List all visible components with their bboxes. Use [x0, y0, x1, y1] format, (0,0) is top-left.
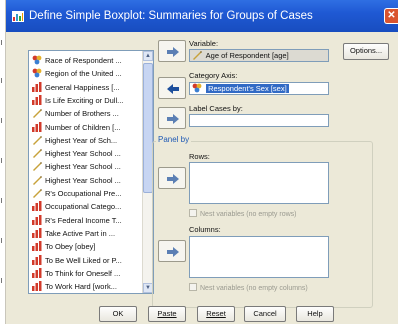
- list-item[interactable]: To Think for Oneself ...: [29, 267, 137, 280]
- list-item-label: Highest Year School ...: [45, 175, 121, 185]
- list-item[interactable]: To Be Well Liked or P...: [29, 254, 137, 267]
- label-cases-field[interactable]: [189, 114, 329, 127]
- list-item[interactable]: Race of Respondent ...: [29, 54, 137, 67]
- list-item[interactable]: Number of Brothers ...: [29, 107, 137, 120]
- list-item-label: Number of Children [...: [45, 122, 121, 132]
- ordinal-icon: [32, 281, 42, 292]
- arrow-left-icon: [167, 84, 179, 94]
- scale-icon: [33, 109, 42, 119]
- nominal-icon: [32, 68, 42, 78]
- list-item-label: Region of the United ...: [45, 69, 122, 79]
- arrow-right-icon: [167, 114, 179, 124]
- list-item-label: To Be Well Liked or P...: [45, 255, 122, 265]
- list-item-label: General Happiness [...: [45, 82, 120, 92]
- close-icon[interactable]: ✕: [384, 8, 398, 24]
- ordinal-icon: [32, 267, 42, 278]
- nest-rows-checkbox[interactable]: Nest variables (no empty rows): [189, 209, 296, 218]
- rows-label: Rows:: [189, 152, 210, 161]
- label-cases-label: Label Cases by:: [189, 104, 243, 113]
- move-to-label-cases-button[interactable]: [158, 107, 186, 129]
- move-to-columns-button[interactable]: [158, 240, 186, 262]
- chart-app-icon: [12, 11, 24, 22]
- list-item[interactable]: Number of Children [...: [29, 121, 137, 134]
- cancel-button[interactable]: Cancel: [244, 306, 286, 322]
- nominal-variable-icon: [192, 83, 202, 93]
- source-variable-list[interactable]: ▲ ▼ Race of Respondent ... Region of the …: [28, 50, 154, 294]
- scroll-up-icon[interactable]: ▲: [143, 51, 153, 61]
- ordinal-icon: [32, 227, 42, 238]
- nest-columns-text: Nest variables (no empty columns): [200, 285, 308, 292]
- reset-button[interactable]: Reset: [197, 306, 235, 322]
- scale-icon: [33, 149, 42, 159]
- list-item[interactable]: R's Federal Income T...: [29, 214, 137, 227]
- help-button[interactable]: Help: [296, 306, 334, 322]
- ordinal-icon: [32, 254, 42, 265]
- scale-icon: [33, 135, 42, 145]
- variable-label: Variable:: [189, 39, 219, 48]
- list-item[interactable]: Region of the United ...: [29, 67, 137, 80]
- list-item-label: To Think for Oneself ...: [45, 268, 121, 278]
- ordinal-icon: [32, 201, 42, 212]
- category-axis-label: Category Axis:: [189, 71, 238, 80]
- list-item[interactable]: To Obey [obey]: [29, 240, 137, 253]
- ordinal-icon: [32, 121, 42, 132]
- list-item[interactable]: Occupational Catego...: [29, 200, 137, 213]
- nominal-icon: [32, 55, 42, 65]
- variable-value: Age of Respondent [age]: [205, 51, 289, 60]
- ordinal-icon: [32, 81, 42, 92]
- list-item[interactable]: Highest Year School ...: [29, 147, 137, 160]
- list-item-label: Number of Brothers ...: [45, 109, 119, 119]
- list-item[interactable]: To Work Hard [work...: [29, 280, 137, 293]
- panel-by-title: Panel by: [156, 135, 192, 144]
- options-button[interactable]: Options...: [343, 43, 389, 60]
- list-item-label: R's Federal Income T...: [45, 215, 122, 225]
- list-item[interactable]: R's Occupational Pre...: [29, 187, 137, 200]
- columns-label: Columns:: [189, 225, 221, 234]
- list-item[interactable]: Take Active Part in ...: [29, 227, 137, 240]
- list-item-label: Race of Respondent ...: [45, 56, 122, 65]
- list-item[interactable]: Highest Year School ...: [29, 160, 137, 173]
- list-item-label: Is Life Exciting or Dull...: [45, 95, 124, 105]
- paste-button[interactable]: Paste: [148, 306, 186, 322]
- arrow-right-icon: [167, 174, 179, 184]
- list-item[interactable]: Highest Year of Sch...: [29, 134, 137, 147]
- nest-rows-text: Nest variables (no empty rows): [200, 211, 297, 218]
- nest-columns-checkbox[interactable]: Nest variables (no empty columns): [189, 283, 308, 292]
- move-to-rows-button[interactable]: [158, 167, 186, 189]
- ordinal-icon: [32, 94, 42, 105]
- list-item-label: Highest Year School ...: [45, 149, 121, 159]
- move-to-variable-button[interactable]: [158, 40, 186, 62]
- category-axis-field[interactable]: Respondent's Sex [sex]: [189, 82, 329, 95]
- window-title: Define Simple Boxplot: Summaries for Gro…: [29, 10, 313, 22]
- ordinal-icon: [32, 214, 42, 225]
- list-item-label: Occupational Catego...: [45, 202, 122, 212]
- category-axis-value: Respondent's Sex [sex]: [206, 84, 289, 93]
- list-item-label: Highest Year School ...: [45, 162, 121, 172]
- rows-list[interactable]: [189, 162, 329, 204]
- columns-list[interactable]: [189, 236, 329, 278]
- scale-variable-icon: [193, 51, 202, 60]
- list-item-label: Highest Year of Sch...: [45, 135, 118, 145]
- scale-icon: [33, 175, 42, 185]
- ok-button[interactable]: OK: [99, 306, 137, 322]
- list-item[interactable]: General Happiness [...: [29, 81, 137, 94]
- list-item[interactable]: Is Life Exciting or Dull...: [29, 94, 137, 107]
- scale-icon: [33, 189, 42, 198]
- move-from-category-button[interactable]: [158, 77, 186, 99]
- list-item-label: To Obey [obey]: [45, 242, 96, 252]
- scale-icon: [33, 162, 42, 172]
- list-item[interactable]: Highest Year School ...: [29, 174, 137, 187]
- list-item-label: Take Active Part in ...: [45, 228, 116, 238]
- boxplot-dialog: ▲ ▼ Race of Respondent ... Region of the …: [6, 32, 398, 324]
- list-item-label: To Work Hard [work...: [45, 282, 117, 292]
- arrow-right-icon: [167, 47, 179, 57]
- variable-field[interactable]: Age of Respondent [age]: [189, 49, 329, 62]
- ordinal-icon: [32, 241, 42, 252]
- list-item-label: R's Occupational Pre...: [45, 189, 122, 198]
- title-bar: Define Simple Boxplot: Summaries for Gro…: [6, 0, 398, 32]
- arrow-right-icon: [167, 247, 179, 257]
